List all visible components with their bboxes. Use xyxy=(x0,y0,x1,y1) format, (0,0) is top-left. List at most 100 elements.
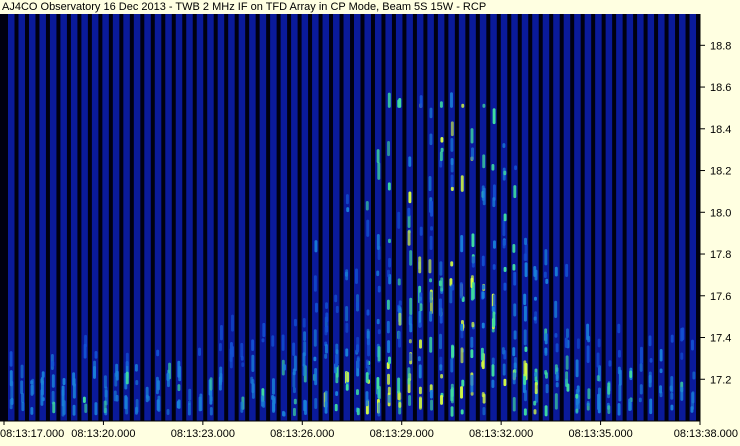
burst-mark xyxy=(493,240,496,249)
burst-mark xyxy=(523,305,527,322)
burst-mark xyxy=(450,261,454,267)
burst-mark xyxy=(513,271,517,286)
burst-mark xyxy=(503,213,507,222)
spectrogram-column xyxy=(322,14,330,421)
burst-mark xyxy=(428,176,432,192)
burst-mark xyxy=(356,389,359,396)
burst-mark xyxy=(461,103,465,108)
burst-mark xyxy=(575,393,579,399)
burst-mark xyxy=(387,386,391,395)
burst-mark xyxy=(450,138,454,152)
burst-mark xyxy=(439,101,443,108)
burst-mark xyxy=(512,372,516,385)
burst-mark xyxy=(408,353,412,362)
burst-mark xyxy=(387,394,391,403)
burst-mark xyxy=(492,294,496,308)
burst-mark xyxy=(501,347,505,355)
spectrogram-column xyxy=(196,14,204,421)
burst-mark xyxy=(596,352,600,368)
burst-mark xyxy=(125,371,129,385)
burst-mark xyxy=(125,352,129,367)
burst-mark xyxy=(597,338,601,348)
burst-mark xyxy=(544,249,548,266)
burst-mark xyxy=(503,266,507,272)
burst-mark xyxy=(419,339,422,349)
y-tick-label: 17.4 xyxy=(710,333,731,345)
burst-mark xyxy=(262,322,266,338)
burst-mark xyxy=(544,347,548,356)
burst-mark xyxy=(459,282,463,299)
burst-mark xyxy=(324,401,328,414)
burst-mark xyxy=(251,379,255,394)
burst-mark xyxy=(533,316,537,321)
burst-mark xyxy=(376,149,380,164)
spectrogram-column xyxy=(60,14,67,421)
burst-mark xyxy=(470,336,474,349)
burst-mark xyxy=(387,182,391,191)
spectrogram-column xyxy=(102,14,109,421)
burst-mark xyxy=(408,191,412,204)
burst-mark xyxy=(272,398,276,412)
y-tick-label: 18.6 xyxy=(710,82,731,94)
x-tick-label: 08:13:17.000 xyxy=(0,428,64,440)
burst-mark xyxy=(512,396,516,412)
burst-mark xyxy=(523,360,527,377)
burst-mark xyxy=(345,306,349,322)
burst-mark xyxy=(398,98,402,108)
burst-mark xyxy=(292,407,296,417)
burst-mark xyxy=(450,158,454,166)
burst-mark xyxy=(618,384,622,402)
burst-mark xyxy=(491,364,495,377)
burst-mark xyxy=(345,322,349,333)
burst-mark xyxy=(325,325,329,333)
burst-mark xyxy=(398,331,401,348)
burst-mark xyxy=(94,402,98,416)
spectrogram-column xyxy=(542,14,550,421)
burst-mark xyxy=(514,165,518,171)
burst-mark xyxy=(419,226,423,236)
burst-mark xyxy=(407,367,411,385)
burst-mark xyxy=(219,366,223,381)
burst-mark xyxy=(408,156,412,167)
burst-mark xyxy=(460,323,464,331)
burst-mark xyxy=(388,356,391,365)
burst-mark xyxy=(491,164,495,171)
burst-mark xyxy=(147,395,150,401)
spectrogram-column xyxy=(259,14,267,421)
burst-mark xyxy=(387,269,390,278)
burst-mark xyxy=(544,405,548,417)
burst-mark xyxy=(40,376,44,386)
burst-mark xyxy=(575,408,579,413)
burst-mark xyxy=(419,397,423,409)
burst-mark xyxy=(470,374,474,393)
burst-mark xyxy=(544,333,548,345)
spectrogram-column xyxy=(165,14,172,421)
burst-mark xyxy=(670,334,674,343)
burst-mark xyxy=(313,356,317,362)
burst-mark xyxy=(649,357,653,363)
burst-mark xyxy=(648,335,652,347)
burst-mark xyxy=(440,136,444,143)
burst-mark xyxy=(408,316,412,326)
burst-mark xyxy=(648,374,652,388)
burst-mark xyxy=(313,275,317,292)
burst-mark xyxy=(524,346,528,353)
burst-mark xyxy=(156,349,160,357)
burst-mark xyxy=(324,353,328,359)
burst-mark xyxy=(617,402,621,416)
burst-mark xyxy=(461,379,465,387)
spectrogram-column xyxy=(154,14,162,421)
burst-mark xyxy=(260,395,264,407)
burst-mark xyxy=(659,368,663,374)
burst-mark xyxy=(408,395,412,407)
burst-mark xyxy=(418,386,422,395)
burst-mark xyxy=(524,262,528,278)
burst-mark xyxy=(356,356,360,369)
burst-mark xyxy=(218,343,222,352)
burst-mark xyxy=(367,338,370,357)
chart-svg: 17.2 17.4 17.6 17.8 18.0 18.2 18.4 18.6 18.8 08:… xyxy=(0,14,740,441)
burst-mark xyxy=(51,360,55,367)
burst-mark xyxy=(397,211,401,229)
burst-mark xyxy=(219,324,223,341)
burst-mark xyxy=(439,364,443,371)
